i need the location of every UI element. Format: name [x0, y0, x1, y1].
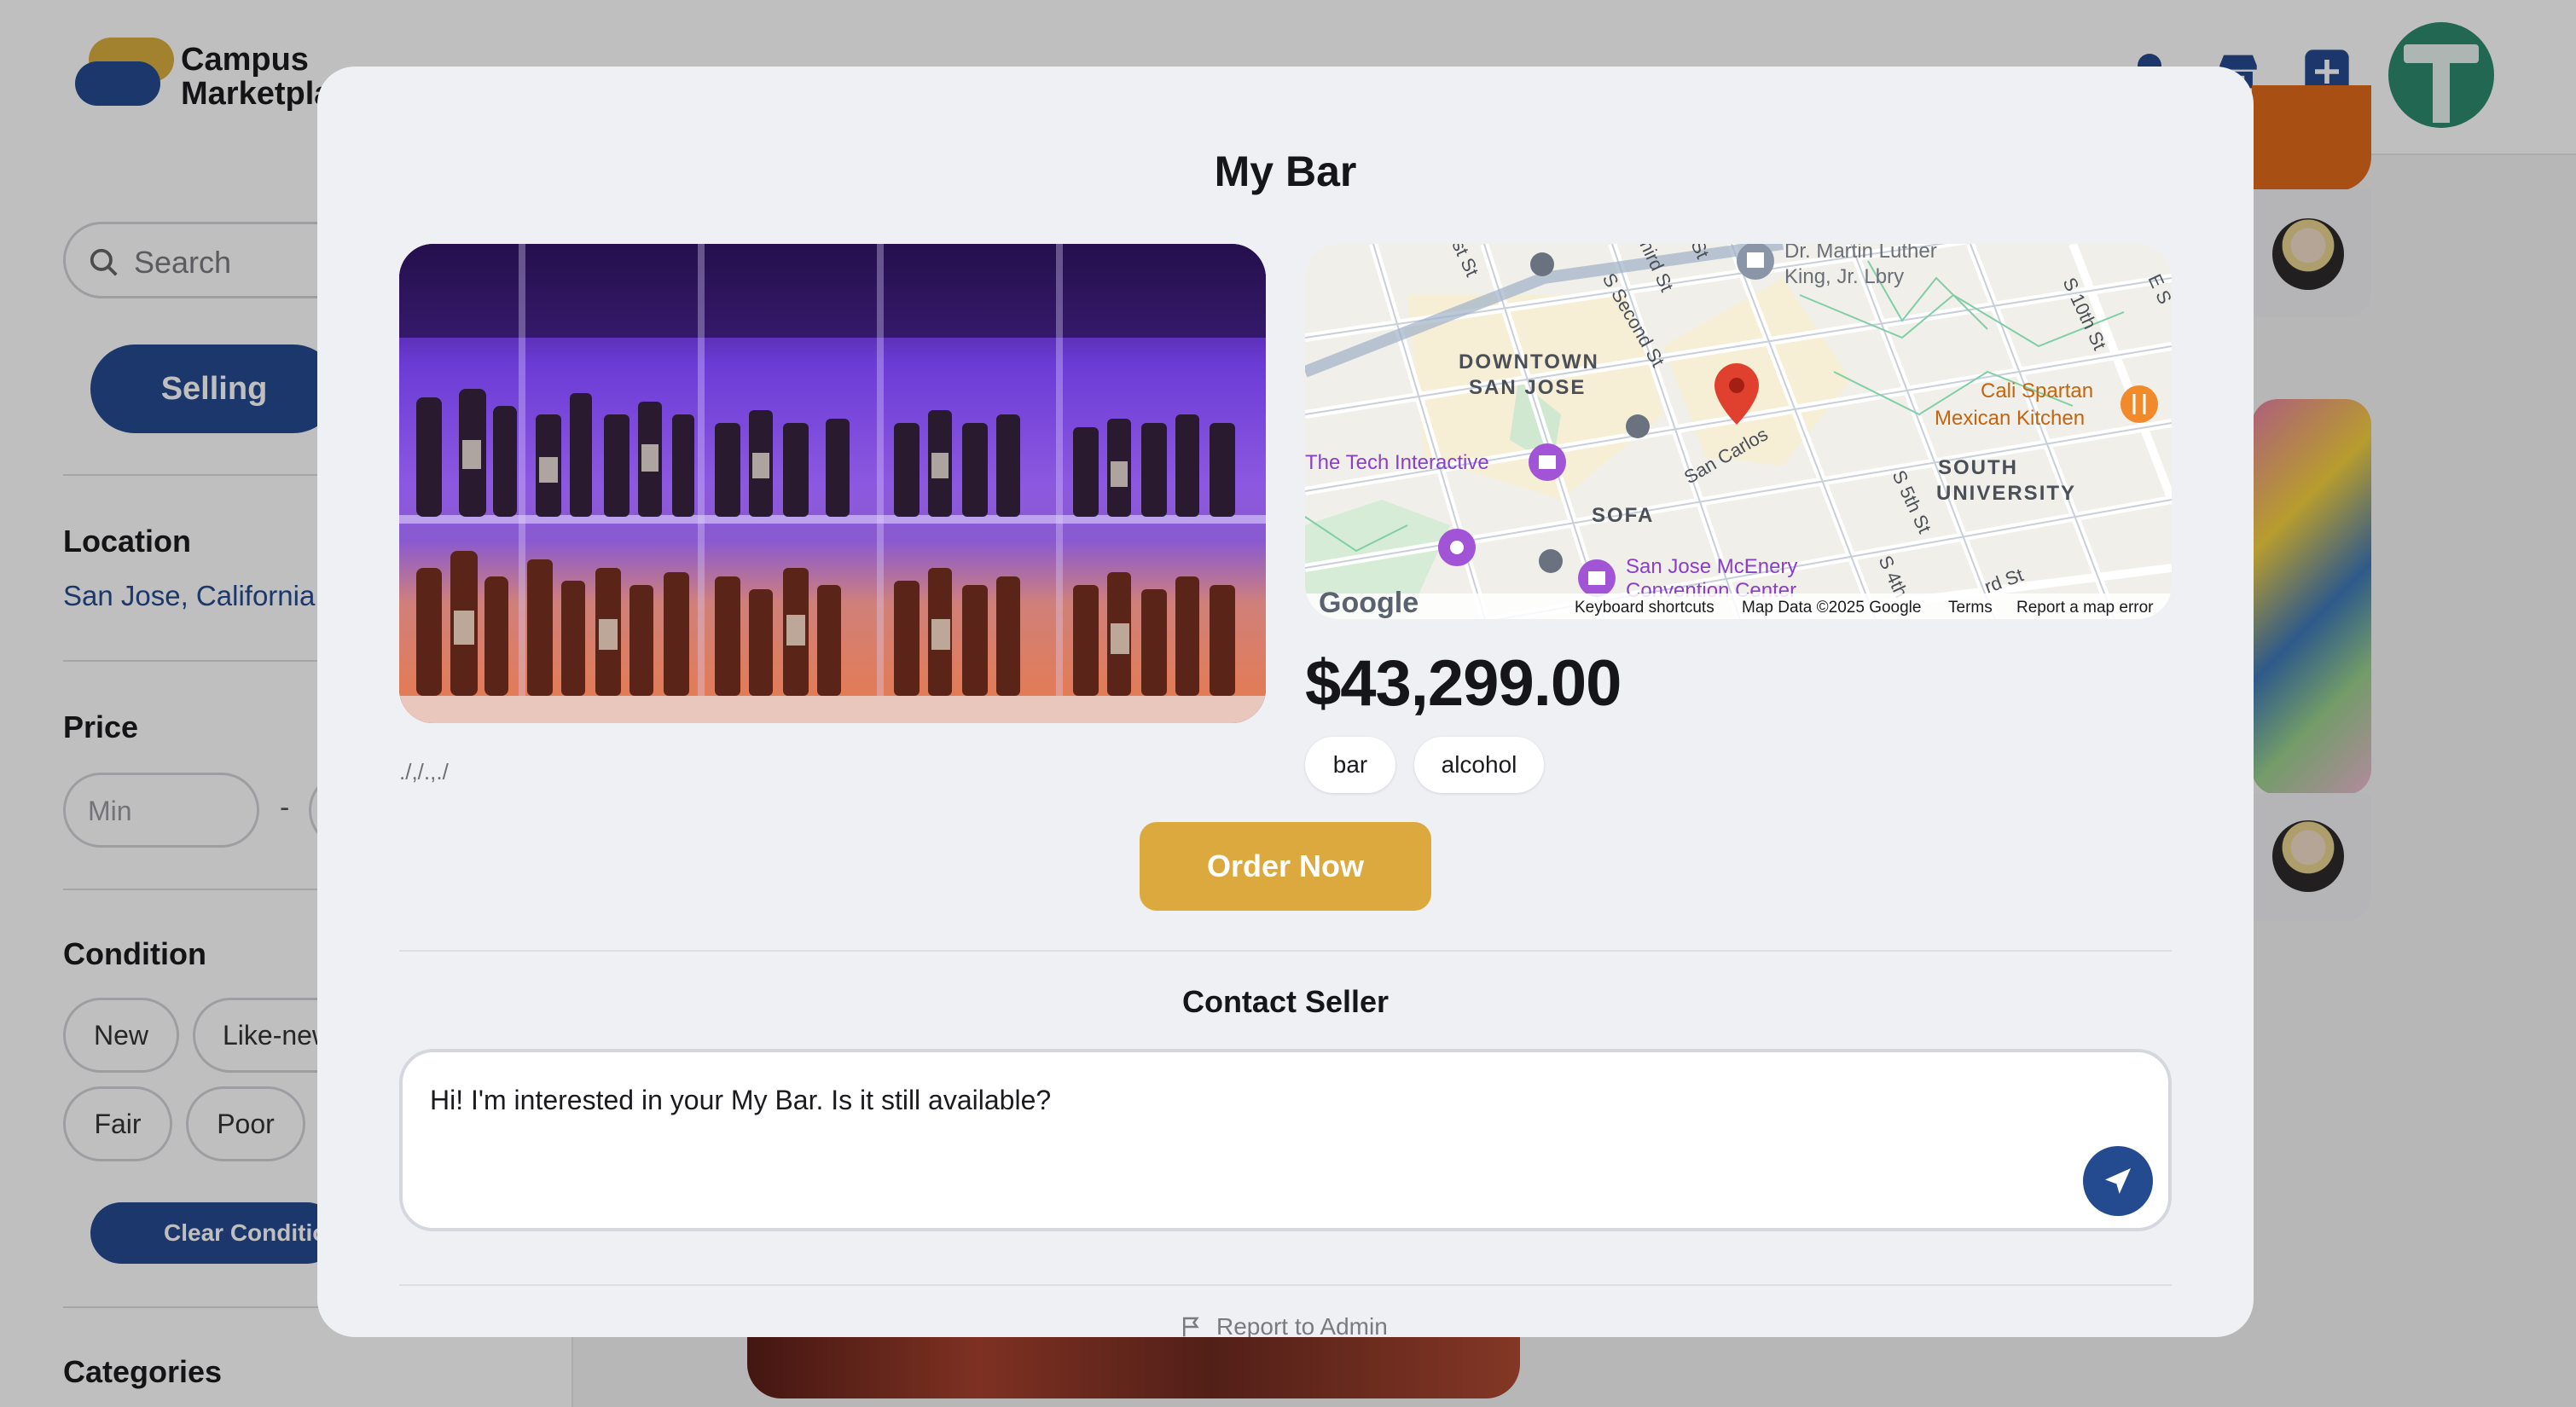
theater-poi-icon[interactable]: [1438, 529, 1476, 566]
location-map[interactable]: DOWNTOWN SAN JOSE SOFA SOUTH UNIVERSITY …: [1305, 244, 2172, 619]
send-message-button[interactable]: [2083, 1146, 2153, 1216]
report-to-admin-link[interactable]: Report to Admin: [1179, 1313, 1388, 1337]
listing-title: My Bar: [1214, 148, 1357, 195]
flag-icon: [1183, 1317, 1199, 1337]
google-logo: Google: [1319, 587, 1419, 619]
tag-alcohol[interactable]: alcohol: [1414, 737, 1544, 793]
map-label-downtown: DOWNTOWN: [1459, 350, 1599, 373]
message-textarea[interactable]: Hi! I'm interested in your My Bar. Is it…: [399, 1049, 2172, 1231]
map-label-mlk-1: Dr. Martin Luther: [1784, 244, 1937, 263]
listing-detail-modal: My Bar ./,/.,./ DOWNTOWN SAN JOSE SOFA S…: [317, 67, 2254, 1337]
map-keyboard-shortcuts[interactable]: Keyboard shortcuts: [1575, 599, 1714, 617]
listing-photo[interactable]: [399, 244, 1266, 723]
divider: [399, 950, 2172, 952]
map-terms-link[interactable]: Terms: [1948, 599, 1993, 617]
map-report-error-link[interactable]: Report a map error: [2016, 599, 2154, 617]
message-text: Hi! I'm interested in your My Bar. Is it…: [430, 1085, 1052, 1115]
library-poi-icon[interactable]: [1737, 244, 1774, 280]
restaurant-poi-icon[interactable]: [2121, 385, 2158, 423]
map-label-mcenery-1: San Jose McEnery: [1626, 555, 1797, 578]
contact-seller-heading: Contact Seller: [1181, 984, 1390, 1019]
map-label-tech-interactive: The Tech Interactive: [1305, 451, 1489, 474]
divider: [399, 1284, 2172, 1286]
museum-poi-icon[interactable]: [1529, 443, 1566, 481]
map-data-attribution: Map Data ©2025 Google: [1742, 599, 1921, 617]
map-label-mexican-kitchen: Mexican Kitchen: [1935, 407, 2085, 430]
map-label-cali-spartan: Cali Spartan: [1981, 379, 2093, 402]
report-to-admin-label: Report to Admin: [1216, 1313, 1388, 1337]
image-caption: ./,/.,./: [399, 759, 449, 785]
order-now-button[interactable]: Order Now: [1140, 822, 1431, 911]
listing-price: $43,299.00: [1305, 647, 1622, 720]
map-label-mlk-2: King, Jr. Lbry: [1784, 265, 1904, 288]
map-label-sofa: SOFA: [1592, 504, 1654, 527]
map-label-south: SOUTH: [1938, 456, 2018, 479]
convention-poi-icon[interactable]: [1578, 559, 1616, 597]
map-label-university: UNIVERSITY: [1936, 482, 2076, 505]
send-icon: [2105, 1168, 2131, 1194]
tag-bar[interactable]: bar: [1305, 737, 1395, 793]
map-label-san-jose: SAN JOSE: [1469, 376, 1586, 399]
